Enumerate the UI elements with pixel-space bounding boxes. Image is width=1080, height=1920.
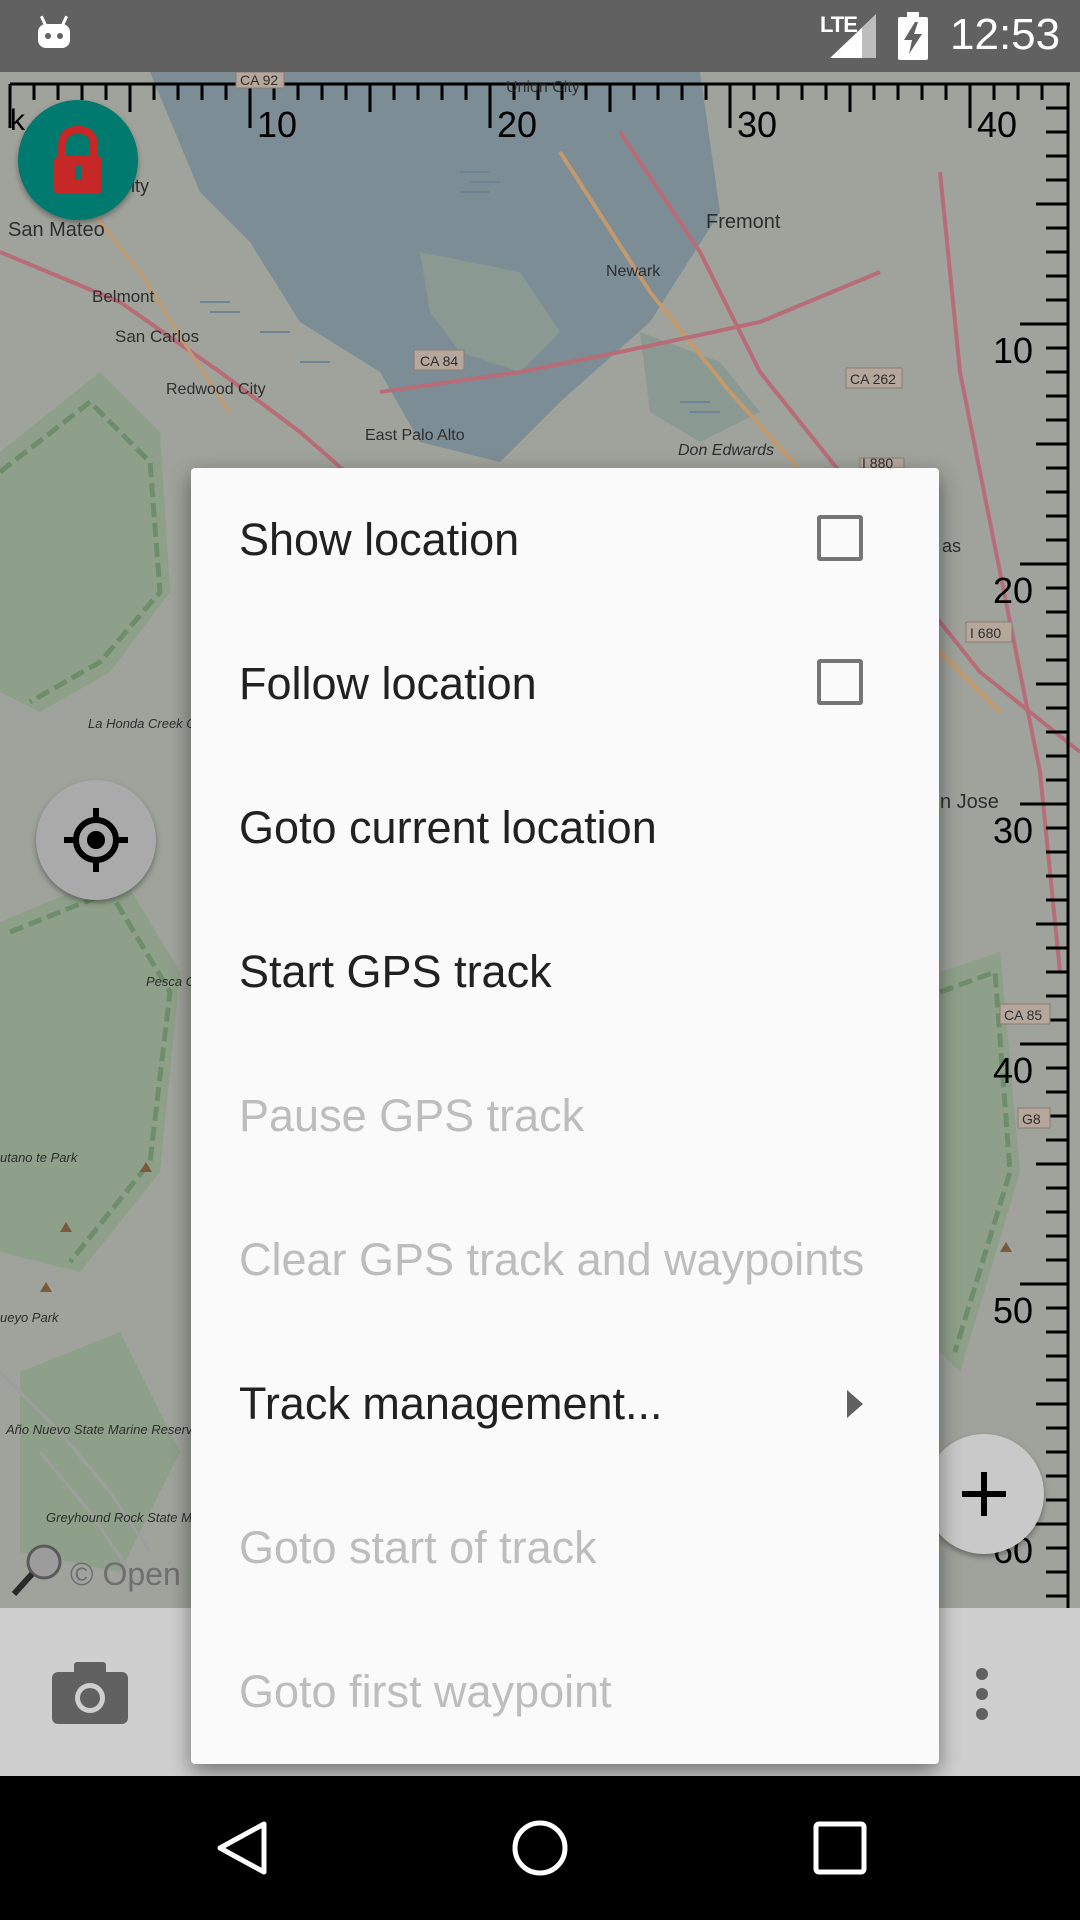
menu-item-label: Goto first waypoint: [239, 1666, 612, 1717]
menu-item-follow-location[interactable]: Follow location: [191, 612, 939, 756]
plus-icon: [962, 1472, 1006, 1516]
map-place-label: San Carlos: [115, 327, 199, 346]
menu-item-label: Pause GPS track: [239, 1090, 585, 1141]
battery-charging-icon: [898, 12, 928, 60]
ruler-top-label: 30: [737, 104, 777, 145]
ruler-right-label: 40: [993, 1050, 1033, 1091]
menu-item-label: Track management...: [239, 1378, 663, 1429]
map-place-label: Union City: [506, 79, 580, 96]
menu-item-label: Follow location: [239, 658, 537, 709]
map-place-label: Año Nuevo State Marine Reserve: [5, 1422, 200, 1437]
road-label: CA 84: [420, 353, 458, 369]
map-place-label: Don Edwards: [678, 442, 774, 459]
map-place-label: Fremont: [706, 211, 781, 233]
menu-item-track-management[interactable]: Track management...: [191, 1332, 939, 1476]
road-label: G8: [1022, 1111, 1041, 1127]
menu-item-pause-gps-track[interactable]: Pause GPS track: [191, 1044, 939, 1188]
road-label: CA 92: [240, 72, 278, 88]
road-label: CA 85: [1004, 1007, 1042, 1023]
map-attribution[interactable]: © Open: [70, 1556, 181, 1593]
crosshair-icon: [64, 808, 128, 872]
ruler-top-label: 40: [977, 104, 1017, 145]
map-place-label: Belmont: [92, 287, 155, 306]
ruler-top-label: 10: [257, 104, 297, 145]
lock-icon: [54, 125, 102, 194]
map-place-label: San Mateo: [8, 219, 105, 241]
road-label: I 680: [970, 625, 1001, 641]
show-location-checkbox[interactable]: [817, 515, 863, 561]
ruler-right-label: 10: [993, 330, 1033, 371]
map-place-label: ueyo Park: [0, 1310, 60, 1325]
map-place-label: Newark: [606, 263, 661, 280]
menu-item-label: Start GPS track: [239, 946, 552, 997]
magnifier-icon[interactable]: [8, 1540, 68, 1600]
system-navigation-bar: [0, 1776, 1080, 1920]
home-icon[interactable]: [510, 1818, 570, 1878]
map-place-label: East Palo Alto: [365, 427, 465, 444]
menu-item-clear-gps-track[interactable]: Clear GPS track and waypoints: [191, 1188, 939, 1332]
map-place-label: Redwood City: [166, 381, 266, 398]
menu-item-goto-start-of-track[interactable]: Goto start of track: [191, 1476, 939, 1620]
ruler-right-label: 50: [993, 1290, 1033, 1331]
more-vert-icon[interactable]: [970, 1666, 994, 1722]
android-debug-icon: [38, 15, 70, 48]
menu-item-goto-first-waypoint[interactable]: Goto first waypoint: [191, 1620, 939, 1764]
menu-item-start-gps-track[interactable]: Start GPS track: [191, 900, 939, 1044]
status-bar: LTE 12:53: [0, 0, 1080, 72]
road-label: CA 262: [850, 371, 896, 387]
map-place-label: n Jose: [940, 791, 999, 813]
camera-icon[interactable]: [52, 1660, 128, 1724]
menu-item-label: Goto current location: [239, 802, 657, 853]
submenu-arrow-icon: [847, 1390, 863, 1418]
menu-item-show-location[interactable]: Show location: [191, 468, 939, 612]
gps-location-button[interactable]: [36, 780, 156, 900]
back-icon[interactable]: [212, 1818, 272, 1878]
lock-button[interactable]: [18, 100, 138, 220]
ruler-right-label: 30: [993, 810, 1033, 851]
ruler-top-label: 20: [497, 104, 537, 145]
menu-item-label: Clear GPS track and waypoints: [239, 1234, 865, 1285]
menu-item-label: Show location: [239, 514, 520, 565]
menu-item-goto-current-location[interactable]: Goto current location: [191, 756, 939, 900]
overflow-menu: Show location Follow location Goto curre…: [191, 468, 939, 1764]
recents-icon[interactable]: [810, 1818, 870, 1878]
menu-item-label: Goto start of track: [239, 1522, 597, 1573]
signal-icon: [830, 14, 876, 58]
clock: 12:53: [950, 10, 1061, 59]
map-place-label: utano te Park: [0, 1150, 79, 1165]
zoom-in-button[interactable]: [924, 1434, 1044, 1554]
ruler-right-label: 20: [993, 570, 1033, 611]
follow-location-checkbox[interactable]: [817, 659, 863, 705]
map-place-label: as: [942, 536, 961, 556]
